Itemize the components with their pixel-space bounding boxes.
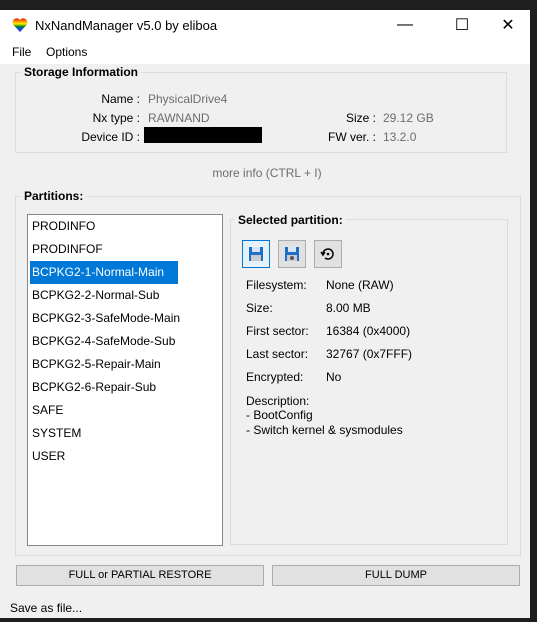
description-line: - BootConfig [246, 408, 313, 422]
partition-item[interactable]: BCPKG2-5-Repair-Main [30, 353, 161, 376]
floppy-save-icon [249, 247, 263, 261]
restore-icon [320, 248, 334, 260]
last-sector-value: 32767 (0x7FFF) [326, 347, 413, 361]
filesystem-label: Filesystem: [246, 278, 307, 292]
full-dump-button[interactable]: FULL DUMP [272, 565, 520, 586]
encrypted-label: Encrypted: [246, 370, 304, 384]
device-id-label: Device ID : [81, 130, 140, 144]
floppy-gear-icon [285, 247, 299, 261]
fw-label: FW ver. : [328, 130, 376, 144]
close-button[interactable]: ✕ [488, 10, 528, 40]
nx-type-value: RAWNAND [148, 111, 210, 125]
menu-bar: File Options [0, 40, 530, 64]
first-sector-value: 16384 (0x4000) [326, 324, 411, 338]
more-info-link[interactable]: more info (CTRL + I) [0, 166, 534, 180]
name-value: PhysicalDrive4 [148, 92, 228, 106]
nx-type-label: Nx type : [92, 111, 140, 125]
dump-partition-options-button[interactable] [278, 240, 306, 268]
minimize-button[interactable]: — [385, 10, 425, 40]
partition-item[interactable]: PRODINFOF [30, 238, 103, 261]
partition-item[interactable]: BCPKG2-2-Normal-Sub [30, 284, 159, 307]
title-bar: NxNandManager v5.0 by eliboa — ☐ ✕ [0, 10, 530, 40]
size-label: Size : [345, 111, 376, 125]
maximize-button[interactable]: ☐ [442, 10, 482, 40]
size-value: 29.12 GB [383, 111, 434, 125]
dump-partition-button[interactable] [242, 240, 270, 268]
full-partial-restore-button[interactable]: FULL or PARTIAL RESTORE [16, 565, 264, 586]
description-label: Description: [246, 394, 310, 408]
status-text: Save as file... [10, 601, 83, 615]
partition-item[interactable]: USER [30, 445, 65, 468]
first-sector-label: First sector: [246, 324, 309, 338]
fw-value: 13.2.0 [383, 130, 417, 144]
partition-size-value: 8.00 MB [326, 301, 371, 315]
filesystem-value: None (RAW) [326, 278, 394, 292]
encrypted-value: No [326, 370, 342, 384]
restore-partition-button[interactable] [314, 240, 342, 268]
partition-item-selected[interactable]: BCPKG2-1-Normal-Main [30, 261, 178, 284]
partition-item[interactable]: BCPKG2-6-Repair-Sub [30, 376, 156, 399]
partition-item[interactable]: SAFE [30, 399, 63, 422]
device-id-redacted [144, 127, 262, 143]
storage-info-title: Storage Information [21, 65, 142, 79]
description-line: - Switch kernel & sysmodules [246, 423, 403, 437]
partition-list[interactable]: PRODINFO PRODINFOF BCPKG2-1-Normal-Main … [27, 214, 223, 546]
menu-file[interactable]: File [12, 45, 31, 59]
last-sector-label: Last sector: [246, 347, 309, 361]
partition-item[interactable]: BCPKG2-3-SafeMode-Main [30, 307, 180, 330]
menu-options[interactable]: Options [46, 45, 87, 59]
selected-partition-title: Selected partition: [235, 213, 346, 227]
partition-item[interactable]: SYSTEM [30, 422, 81, 445]
partition-size-label: Size: [246, 301, 273, 315]
name-label: Name : [101, 92, 140, 106]
partition-item[interactable]: PRODINFO [30, 215, 95, 238]
window-title: NxNandManager v5.0 by eliboa [35, 18, 218, 33]
partition-item[interactable]: BCPKG2-4-SafeMode-Sub [30, 330, 175, 353]
partitions-title: Partitions: [21, 189, 87, 203]
app-heart-icon [12, 18, 28, 32]
